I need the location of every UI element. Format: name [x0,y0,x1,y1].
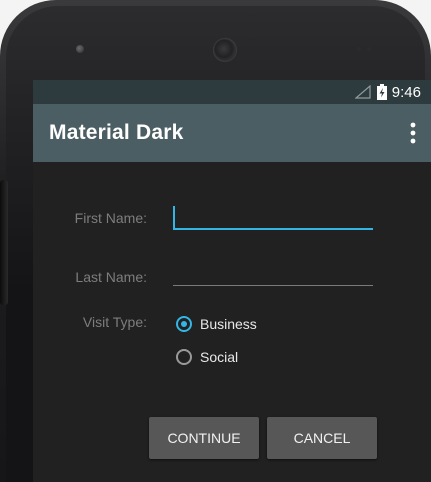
battery-charging-icon [376,84,387,100]
radio-business[interactable]: Business [176,316,257,332]
phone-frame: 9:46 Material Dark First Name: Last Name… [0,0,431,482]
first-name-field[interactable] [173,206,373,230]
action-bar: Material Dark [33,104,431,162]
first-name-label: First Name: [74,210,147,226]
app-title: Material Dark [49,121,184,144]
status-bar: 9:46 [33,80,431,104]
radio-business-label: Business [200,316,257,332]
cancel-button[interactable]: CANCEL [267,417,377,459]
radio-social[interactable]: Social [176,349,238,365]
radio-checked-icon [176,316,192,332]
status-time: 9:46 [391,83,421,101]
last-name-label: Last Name: [75,269,147,285]
visit-type-label: Visit Type: [82,314,147,330]
radio-unchecked-icon [176,349,192,365]
front-sensor [76,45,84,53]
continue-button[interactable]: CONTINUE [149,417,259,459]
no-signal-icon [354,85,371,99]
radio-social-label: Social [200,349,239,365]
text-cursor [173,206,175,228]
front-camera [213,38,237,62]
screen: 9:46 Material Dark First Name: Last Name… [33,80,431,482]
proximity-sensor [357,46,379,52]
power-button [0,180,8,305]
last-name-field[interactable] [173,262,373,286]
overflow-menu-icon[interactable] [395,104,431,162]
